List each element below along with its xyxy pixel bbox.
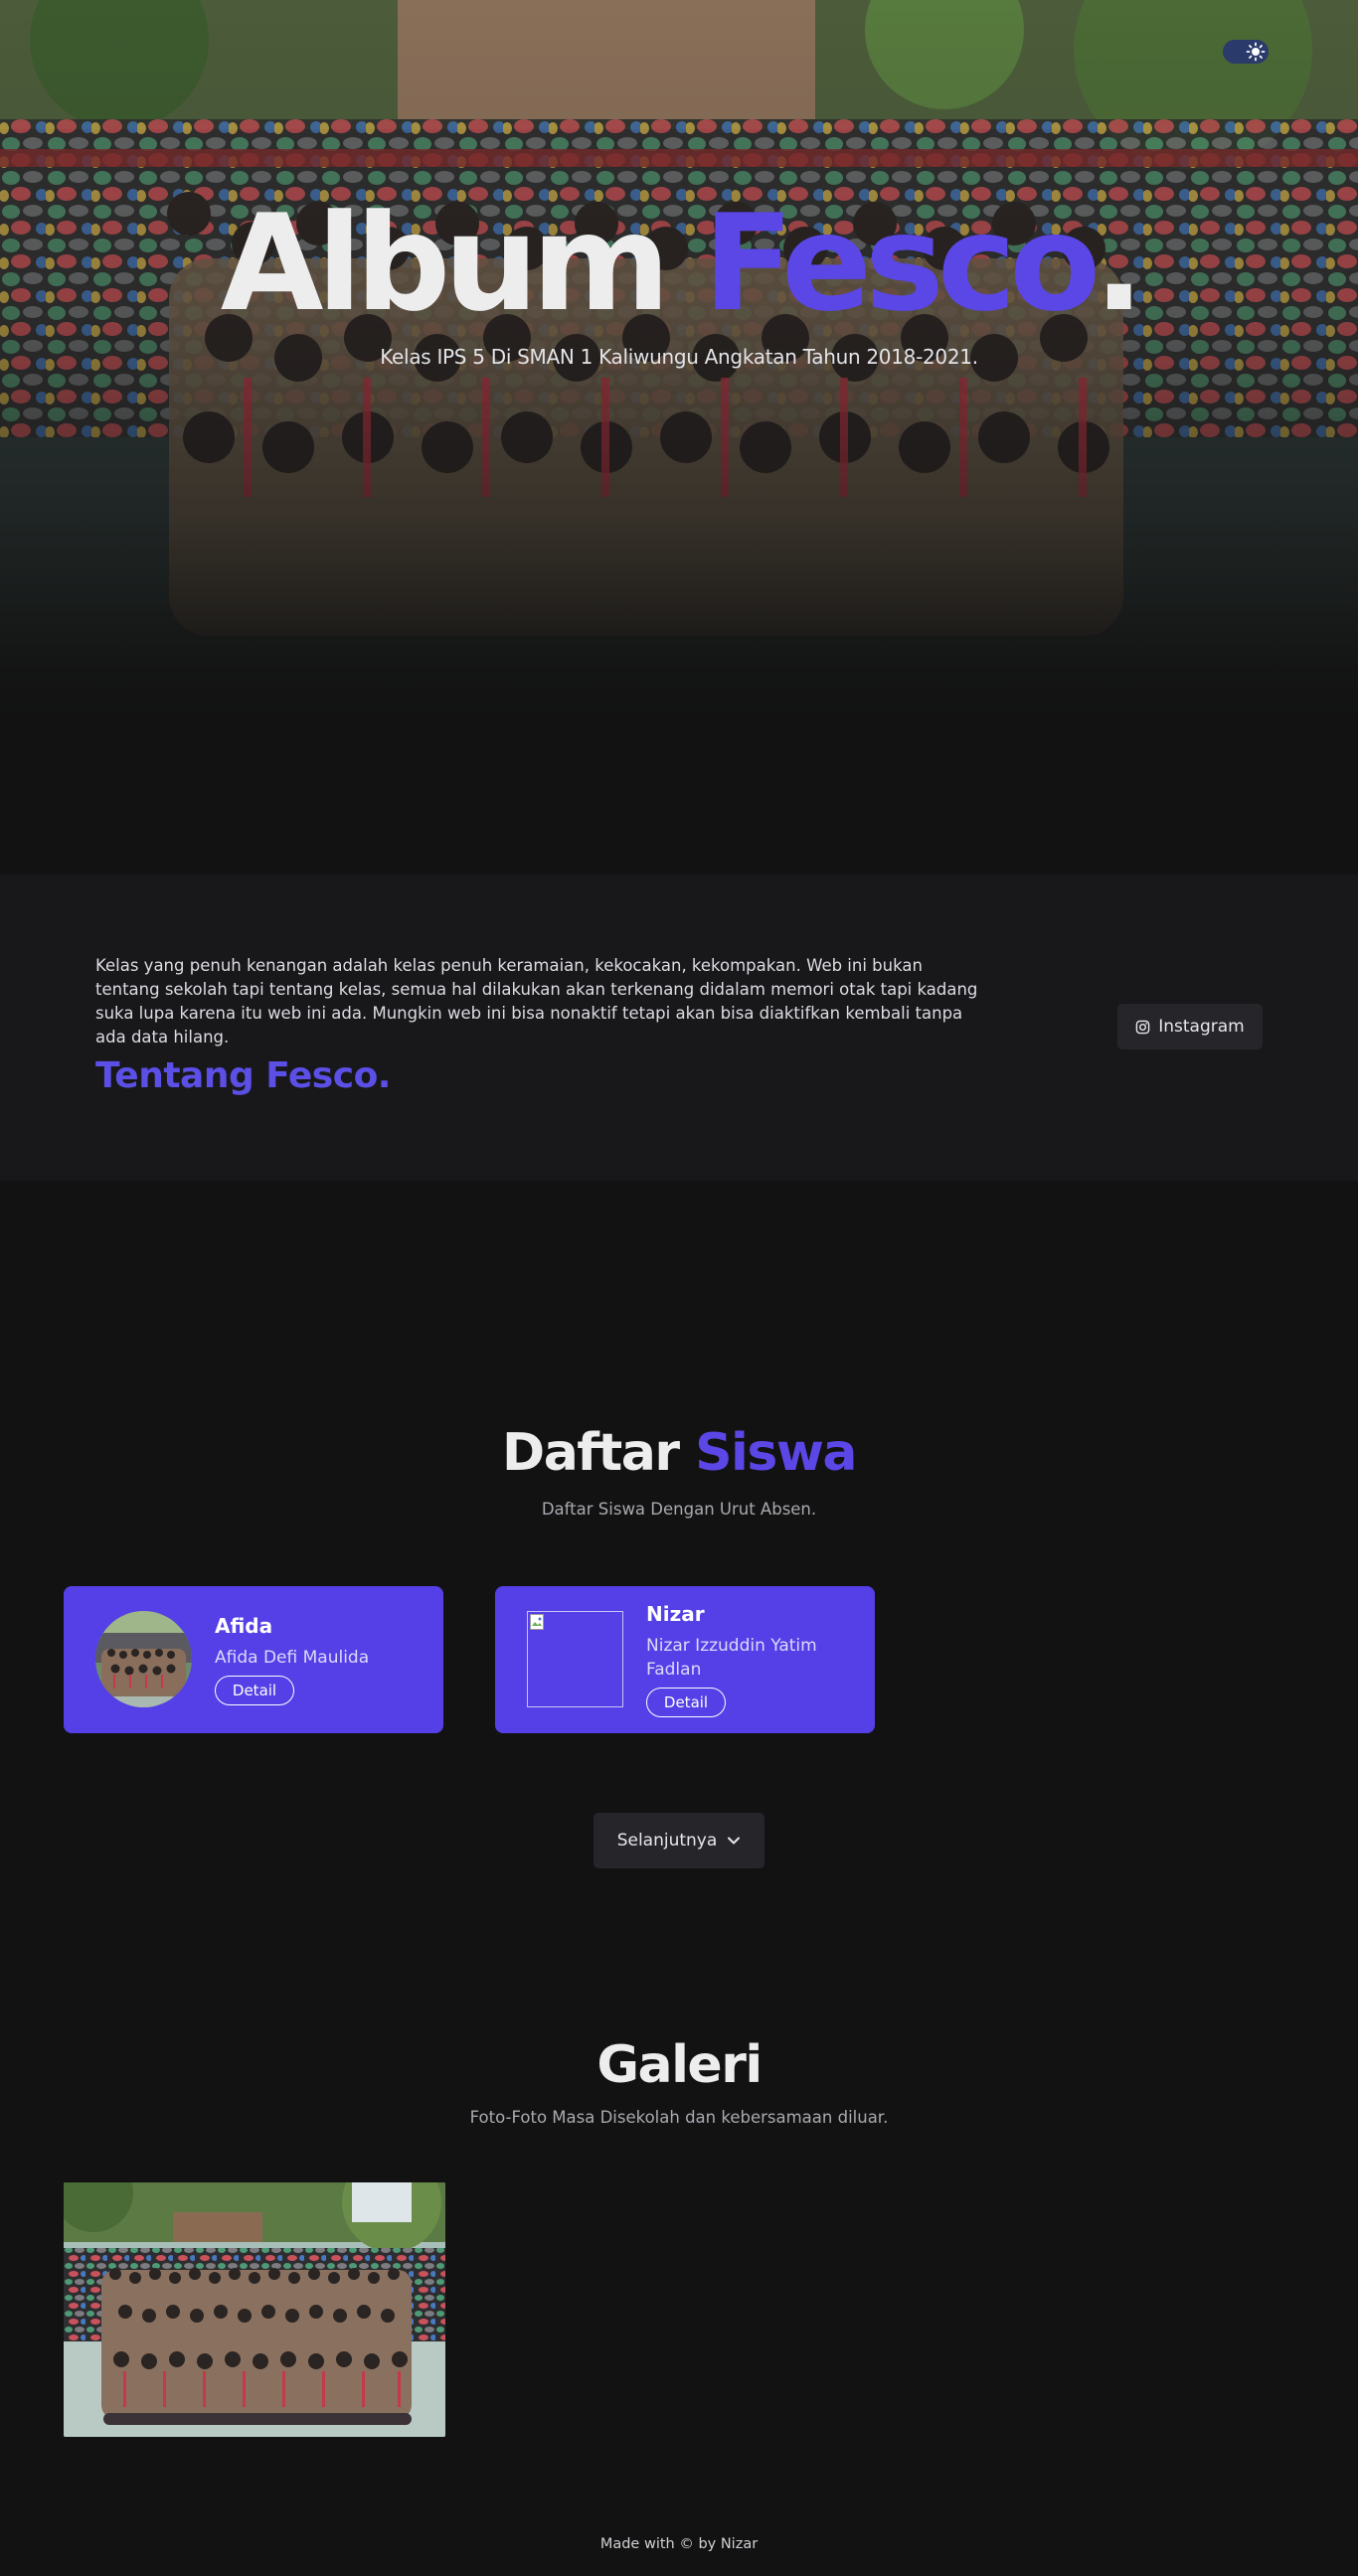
next-page-button[interactable]: Selanjutnya: [594, 1813, 764, 1868]
students-subtitle: Daftar Siswa Dengan Urut Absen.: [541, 1500, 817, 1519]
sun-icon: [1246, 42, 1266, 62]
instagram-icon: [1135, 1020, 1150, 1034]
theme-toggle[interactable]: [1223, 40, 1269, 64]
hero-fade-overlay: [0, 0, 1358, 875]
hero-title-dot: .: [1094, 186, 1144, 341]
chevron-down-icon: [728, 1837, 741, 1845]
gallery-photo[interactable]: [64, 2182, 445, 2437]
student-avatar-placeholder: [527, 1611, 623, 1707]
student-card[interactable]: Afida Afida Defi Maulida Detail: [64, 1586, 443, 1733]
instagram-label: Instagram: [1158, 1017, 1245, 1037]
student-nickname: Nizar: [646, 1602, 705, 1626]
students-title-main: Daftar: [502, 1423, 696, 1483]
detail-button[interactable]: Detail: [215, 1676, 294, 1705]
hero-title: Album Fesco.: [0, 184, 1358, 343]
student-avatar: [95, 1611, 192, 1707]
student-full-name: Nizar Izzuddin Yatim Fadlan: [646, 1636, 817, 1680]
hero-title-accent: Fesco: [703, 186, 1101, 341]
footer-credit: Made with © by Nizar: [599, 2536, 759, 2552]
hero-section: Album Fesco. Kelas IPS 5 Di SMAN 1 Kaliw…: [0, 0, 1358, 875]
students-title: Daftar Siswa: [0, 1423, 1358, 1483]
broken-image-icon: [530, 1614, 544, 1630]
next-page-label: Selanjutnya: [616, 1831, 718, 1851]
student-full-name: Afida Defi Maulida: [215, 1648, 370, 1668]
about-section: Kelas yang penuh kenangan adalah kelas p…: [0, 875, 1358, 1181]
students-title-accent: Siswa: [695, 1423, 857, 1483]
gallery-subtitle: Foto-Foto Masa Disekolah dan kebersamaan…: [469, 2108, 889, 2127]
about-text: Kelas yang penuh kenangan adalah kelas p…: [95, 956, 978, 1046]
detail-button[interactable]: Detail: [646, 1688, 726, 1717]
gallery-title: Galeri: [596, 2035, 763, 2095]
student-card[interactable]: Nizar Nizar Izzuddin Yatim Fadlan Detail: [495, 1586, 875, 1733]
hero-subtitle: Kelas IPS 5 Di SMAN 1 Kaliwungu Angkatan…: [380, 345, 978, 369]
student-nickname: Afida: [215, 1614, 273, 1638]
about-heading: Tentang Fesco.: [95, 1055, 391, 1096]
instagram-button[interactable]: Instagram: [1117, 1004, 1263, 1049]
hero-title-main: Album: [220, 186, 704, 341]
